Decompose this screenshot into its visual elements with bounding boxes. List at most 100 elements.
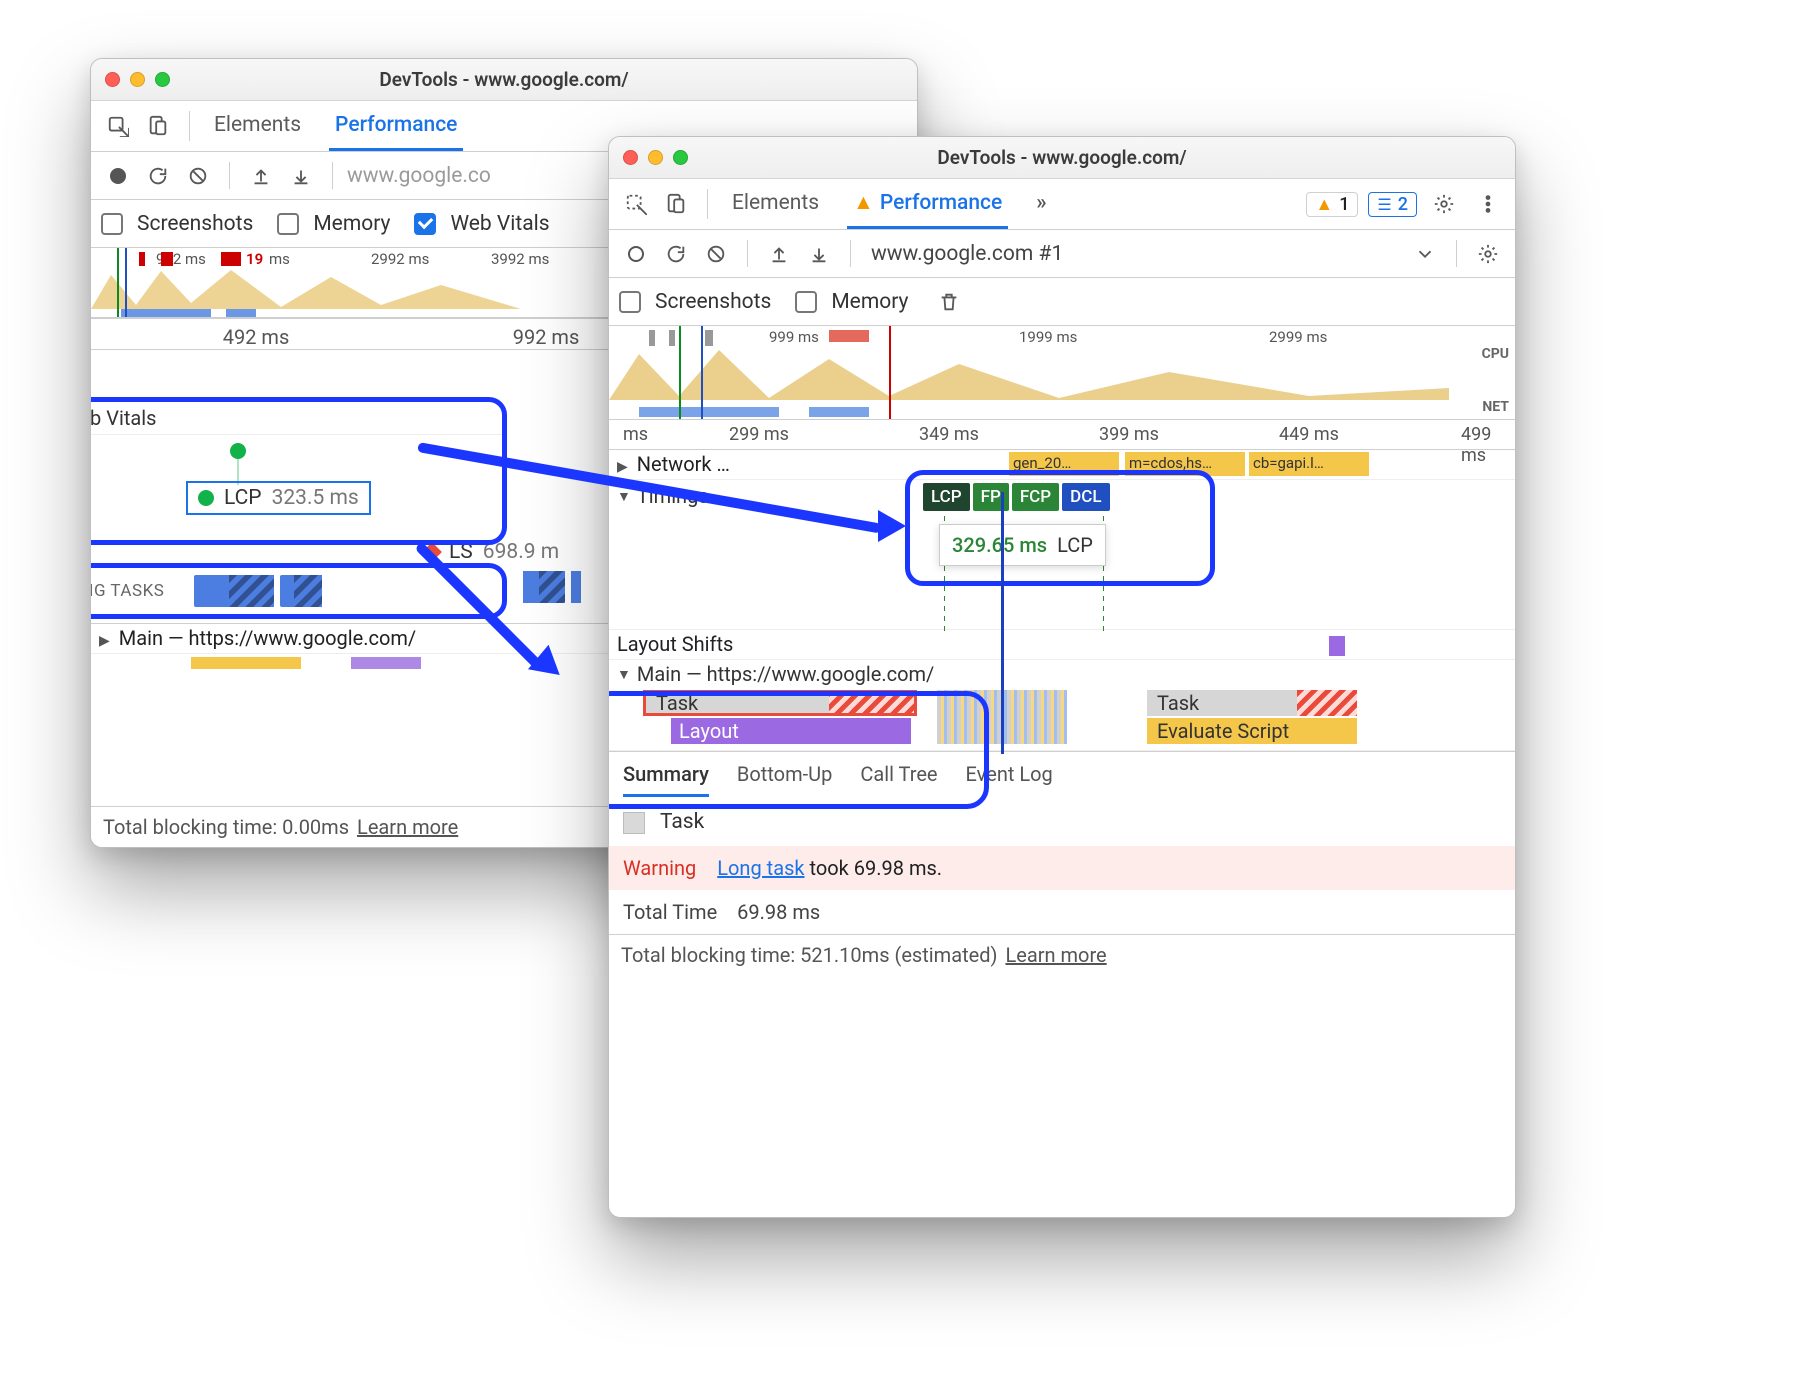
network-item[interactable]: cb=gapi.l…: [1249, 452, 1369, 476]
layout-shifts-header: Layout Shifts: [617, 632, 733, 656]
tab-performance[interactable]: ▲Performance: [849, 183, 1006, 225]
cpu-label: CPU: [1482, 346, 1509, 362]
trash-icon[interactable]: [932, 285, 966, 319]
record-icon[interactable]: [619, 237, 653, 271]
network-row[interactable]: ▶ Network … gen_20… m=cdos,hs… cb=gapi.l…: [609, 450, 1515, 480]
task-label: Task: [643, 690, 917, 716]
tab-call-tree[interactable]: Call Tree: [860, 762, 937, 797]
checkbox-screenshots[interactable]: [619, 291, 641, 313]
label-memory: Memory: [831, 290, 908, 314]
options-toolbar: Screenshots Memory: [609, 278, 1515, 326]
lcp-tooltip: 329.65 ms LCP: [939, 524, 1106, 566]
ruler-tick: 992 ms: [513, 325, 580, 349]
checkbox-memory[interactable]: [277, 213, 299, 235]
arrowhead-icon: [878, 510, 906, 542]
webvitals-header: Web Vitals: [90, 402, 502, 435]
summary-body: Task: [609, 797, 1515, 846]
recording-url[interactable]: www.google.co: [347, 164, 491, 188]
tabs-overflow[interactable]: »: [1032, 183, 1050, 225]
main-thread-header: Main — https://www.google.com/: [637, 662, 934, 686]
reload-icon[interactable]: [659, 237, 693, 271]
long-task-link[interactable]: Long task: [717, 856, 804, 880]
longtask-block[interactable]: [571, 571, 581, 603]
device-toggle-icon[interactable]: [659, 187, 693, 221]
issues-badge[interactable]: ☰ 2: [1368, 192, 1417, 217]
total-time-label: Total Time: [623, 900, 717, 924]
learn-more-link[interactable]: Learn more: [357, 815, 458, 839]
reload-icon[interactable]: [141, 159, 175, 193]
recording-toolbar: www.google.com #1: [609, 230, 1515, 278]
checkbox-webvitals[interactable]: [414, 213, 436, 235]
warnings-badge[interactable]: ▲ 1: [1306, 192, 1358, 217]
tab-elements[interactable]: Elements: [210, 105, 305, 147]
summary-item: Task: [660, 810, 704, 834]
record-icon[interactable]: [101, 159, 135, 193]
label-webvitals: Web Vitals: [450, 212, 549, 236]
details-tabs: Summary Bottom-Up Call Tree Event Log: [609, 751, 1515, 797]
tab-summary[interactable]: Summary: [623, 762, 709, 797]
tab-elements[interactable]: Elements: [728, 183, 823, 225]
layout-shifts-row[interactable]: Layout Shifts: [609, 630, 1515, 660]
disclosure-icon[interactable]: ▶: [617, 459, 628, 475]
main-thread-header-wrap[interactable]: ▼ Main — https://www.google.com/: [609, 660, 1515, 688]
checkbox-memory[interactable]: [795, 291, 817, 313]
eval-script-block[interactable]: Evaluate Script: [1147, 718, 1357, 744]
tbt-label: Total blocking time: 0.00ms: [103, 815, 349, 839]
tab-event-log[interactable]: Event Log: [966, 762, 1053, 797]
tab-performance-label: Performance: [880, 191, 1002, 215]
network-item[interactable]: m=cdos,hs…: [1125, 452, 1245, 476]
layout-block[interactable]: Layout: [671, 718, 911, 744]
warning-row: Warning Long task took 69.98 ms.: [609, 846, 1515, 890]
titlebar: DevTools - www.google.com/: [609, 137, 1515, 179]
download-icon[interactable]: [284, 159, 318, 193]
disclosure-icon[interactable]: ▼: [617, 488, 631, 505]
warning-rest: took 69.98 ms.: [805, 856, 943, 880]
playhead[interactable]: [1001, 492, 1004, 754]
window-title: DevTools - www.google.com/: [91, 68, 917, 91]
upload-icon[interactable]: [762, 237, 796, 271]
more-menu-icon[interactable]: [1471, 187, 1505, 221]
tab-bottom-up[interactable]: Bottom-Up: [737, 762, 832, 797]
timing-chip-dcl[interactable]: DCL: [1062, 483, 1109, 511]
total-time-value: 69.98 ms: [737, 900, 820, 924]
network-header: Network …: [637, 452, 730, 476]
download-icon[interactable]: [802, 237, 836, 271]
main-ruler: ms 299 ms 349 ms 399 ms 449 ms 499 ms: [609, 420, 1515, 450]
main-tabs-toolbar: Elements ▲Performance » ▲ 1 ☰ 2: [609, 179, 1515, 230]
layout-shift-block[interactable]: [1329, 636, 1345, 656]
device-toggle-icon[interactable]: [141, 109, 175, 143]
label-memory: Memory: [313, 212, 390, 236]
disclosure-icon[interactable]: ▶: [99, 633, 110, 649]
lcp-tooltip-metric: LCP: [1057, 533, 1093, 557]
clear-icon[interactable]: [699, 237, 733, 271]
label-screenshots: Screenshots: [137, 212, 253, 236]
dropdown-icon[interactable]: [1408, 237, 1442, 271]
longtasks-label: LONG TASKS: [90, 581, 164, 601]
inspect-element-icon[interactable]: [101, 109, 135, 143]
ruler-tick: 492 ms: [223, 325, 290, 349]
timing-chip-lcp[interactable]: LCP: [923, 483, 970, 511]
lcp-dot-icon: [198, 490, 214, 506]
lcp-chip[interactable]: LCP 323.5 ms: [186, 481, 371, 515]
settings-icon[interactable]: [1427, 187, 1461, 221]
recording-label: www.google.com #1: [871, 242, 1063, 266]
overview-minimap[interactable]: 999 ms 1999 ms 2999 ms CPU NET: [609, 326, 1515, 420]
main-thread-label: Main — https://www.google.com/: [119, 626, 416, 650]
issues-icon: ☰: [1377, 195, 1391, 214]
total-time-row: Total Time 69.98 ms: [609, 890, 1515, 934]
task-swatch-icon: [623, 812, 645, 834]
clear-icon[interactable]: [181, 159, 215, 193]
settings-red-icon[interactable]: [1471, 237, 1505, 271]
inspect-element-icon[interactable]: [619, 187, 653, 221]
warning-label: Warning: [623, 856, 696, 880]
timing-chip-fcp[interactable]: FCP: [1012, 483, 1059, 511]
disclosure-icon[interactable]: ▼: [617, 666, 631, 683]
network-item[interactable]: gen_20…: [1009, 452, 1119, 476]
ruler-tick: 399 ms: [1099, 424, 1159, 445]
upload-icon[interactable]: [244, 159, 278, 193]
lcp-label: LCP: [224, 486, 262, 510]
recording-selector[interactable]: www.google.com #1: [865, 240, 1069, 268]
checkbox-screenshots[interactable]: [101, 213, 123, 235]
tab-performance[interactable]: Performance: [331, 105, 461, 147]
learn-more-link[interactable]: Learn more: [1005, 943, 1106, 967]
